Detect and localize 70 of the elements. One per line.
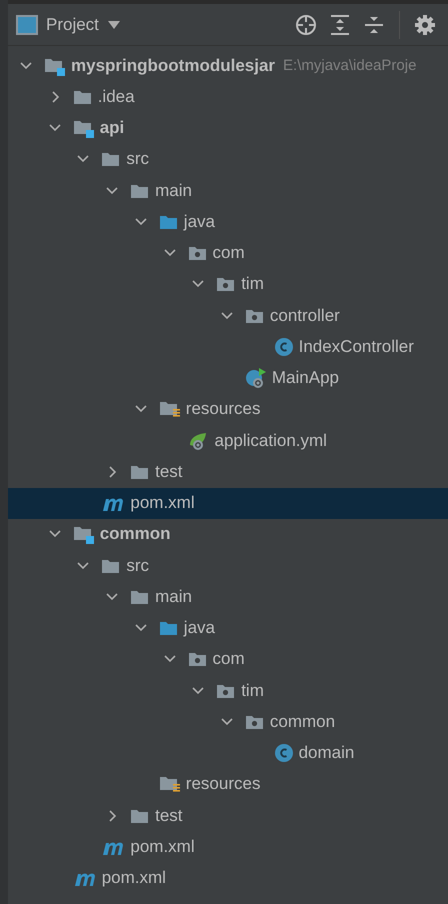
tree-label: controller — [270, 306, 340, 326]
tree-row[interactable]: domain — [8, 738, 448, 769]
tree-label: resources — [186, 399, 260, 420]
tree-label: domain — [298, 743, 354, 764]
tree-row[interactable]: com — [8, 238, 448, 269]
tree-label: src — [126, 149, 150, 170]
tree-label: test — [155, 806, 182, 826]
dropdown-caret-icon[interactable] — [106, 20, 121, 30]
resources-folder-icon — [158, 399, 181, 420]
tree-label: .idea — [98, 86, 135, 107]
path-hint: E:\myjava\ideaProje — [283, 57, 416, 74]
tree-label: java — [184, 618, 215, 638]
tree-label: test — [155, 462, 182, 482]
tree-row[interactable]: MainApp — [8, 362, 448, 394]
tree-row[interactable]: .idea — [8, 81, 448, 112]
tree-label: tim — [241, 274, 264, 294]
tree-row[interactable]: java — [8, 206, 448, 238]
tree-label: tim — [241, 680, 264, 701]
tree-label: MainApp — [272, 368, 339, 388]
tree-row[interactable]: application.yml — [8, 425, 448, 456]
tree-row[interactable]: main — [8, 175, 448, 206]
class-icon — [274, 336, 294, 357]
class-icon — [274, 743, 294, 764]
module-folder-icon — [72, 524, 95, 544]
tree-row[interactable]: tim — [8, 675, 448, 706]
panel-title[interactable]: Project — [46, 14, 99, 34]
tree-label: application.yml — [214, 430, 327, 451]
tree-row[interactable]: java — [8, 612, 448, 644]
folder-icon — [101, 150, 122, 168]
tree-row[interactable]: resources — [8, 768, 448, 800]
tree-row[interactable]: resources — [8, 394, 448, 425]
tree-label: com — [212, 243, 245, 264]
tree-row[interactable]: tim — [8, 268, 448, 300]
tree-label: com — [212, 649, 245, 670]
package-folder-icon — [188, 244, 208, 262]
tree-label: myspringbootmodulesjar — [71, 56, 276, 76]
tree-row[interactable]: myspringbootmodulesjar E:\myjava\ideaProje — [8, 50, 448, 82]
tree-label: pom.xml — [130, 493, 195, 514]
tree-row[interactable]: controller — [8, 300, 448, 332]
tree-label: pom.xml — [102, 868, 166, 888]
tree-row[interactable]: IndexController — [8, 331, 448, 362]
tree-row[interactable]: pom.xml — [8, 831, 448, 862]
tree-label: java — [184, 212, 215, 232]
tree-row[interactable]: common — [8, 706, 448, 738]
tree-label: IndexController — [298, 336, 414, 357]
class-run-icon — [244, 367, 267, 390]
tree-row[interactable]: test — [8, 800, 448, 832]
tree-row[interactable]: src — [8, 144, 448, 175]
module-folder-icon — [72, 118, 95, 138]
tree-row[interactable]: api — [8, 112, 448, 144]
tree-label: common — [100, 524, 171, 544]
tree-label: main — [155, 586, 192, 607]
tree-label: common — [270, 712, 336, 732]
resources-folder-icon — [158, 774, 181, 794]
package-folder-icon — [216, 275, 236, 294]
tree-row[interactable]: common — [8, 518, 448, 550]
tree-label: main — [155, 180, 192, 201]
tree-row[interactable]: pom.xml — [8, 862, 448, 894]
tree-label: resources — [186, 774, 260, 794]
tree-row[interactable]: test — [8, 456, 448, 488]
tree-row[interactable]: src — [8, 550, 448, 582]
tree-row[interactable]: com — [8, 644, 448, 675]
tree-row[interactable]: pom.xml — [8, 488, 448, 519]
source-folder-icon — [158, 619, 179, 638]
window-icon — [16, 14, 38, 34]
tree-label: api — [100, 118, 124, 138]
package-folder-icon — [188, 650, 208, 668]
tree-row[interactable]: main — [8, 581, 448, 612]
tree-label: src — [126, 556, 150, 576]
tree-label: pom.xml — [130, 836, 195, 857]
